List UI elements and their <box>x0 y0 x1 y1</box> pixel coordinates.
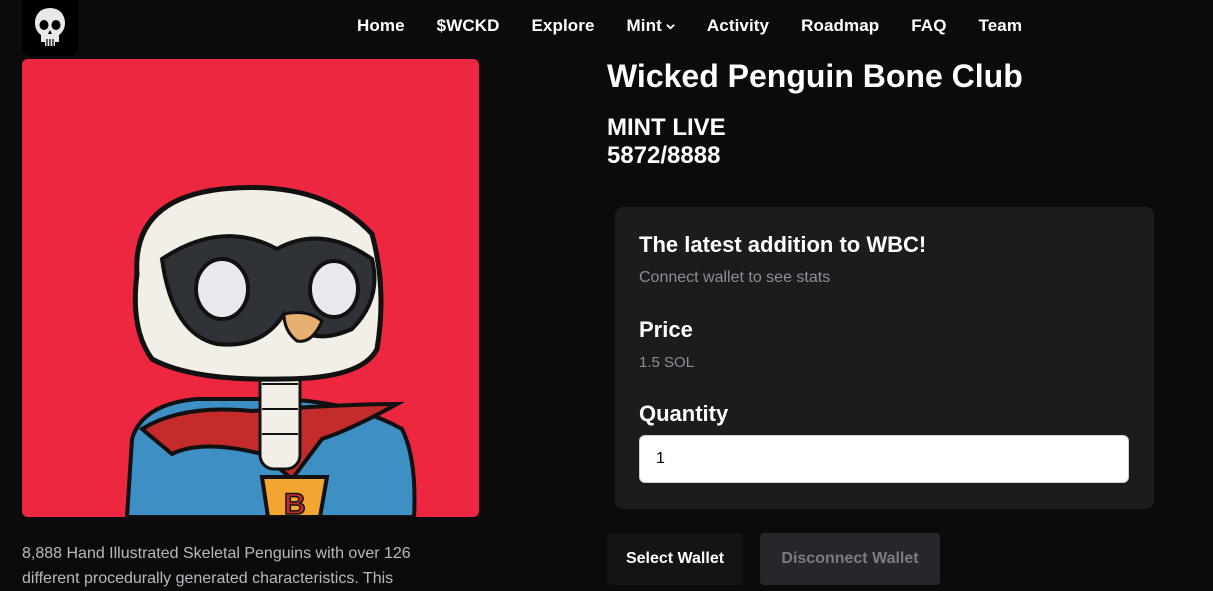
main-nav: Home $WCKD Explore Mint Activity Roadmap… <box>357 16 1022 36</box>
nft-artwork: B <box>22 59 479 517</box>
nav-explore-label: Explore <box>531 16 595 35</box>
mint-live-label: MINT LIVE <box>607 114 726 141</box>
logo[interactable] <box>22 0 78 56</box>
collection-description: 8,888 Hand Illustrated Skeletal Penguins… <box>22 545 411 587</box>
nav-activity[interactable]: Activity <box>707 16 769 36</box>
mint-card: The latest addition to WBC! Connect wall… <box>615 207 1154 509</box>
nav-roadmap[interactable]: Roadmap <box>801 16 879 36</box>
chevron-down-icon <box>666 23 675 30</box>
nav-home[interactable]: Home <box>357 16 405 36</box>
select-wallet-button[interactable]: Select Wallet <box>607 533 743 585</box>
minted-count: 5872/8888 <box>607 142 721 169</box>
nav-faq-label: FAQ <box>911 16 947 35</box>
page-title: Wicked Penguin Bone Club <box>607 58 1023 94</box>
nav-activity-label: Activity <box>706 16 770 35</box>
svg-text:B: B <box>284 488 306 517</box>
disconnect-wallet-button[interactable]: Disconnect Wallet <box>760 533 940 585</box>
nav-mint-label: Mint <box>626 16 662 35</box>
mint-card-heading: The latest addition to WBC! <box>639 232 927 257</box>
nav-home-label: Home <box>357 16 405 35</box>
mint-status: MINT LIVE 5872/8888 <box>607 114 726 170</box>
nav-wckd[interactable]: $WCKD <box>437 16 500 36</box>
quantity-input[interactable] <box>639 435 1129 483</box>
nav-faq[interactable]: FAQ <box>911 16 946 36</box>
nav-mint[interactable]: Mint <box>627 16 675 36</box>
nav-explore[interactable]: Explore <box>531 16 594 36</box>
skeletal-penguin-art: B <box>22 59 479 517</box>
mint-card-subheading: Connect wallet to see stats <box>639 269 831 286</box>
nav-roadmap-label: Roadmap <box>801 16 880 35</box>
price-label: Price <box>639 317 693 342</box>
price-value: 1.5 SOL <box>639 354 695 371</box>
skull-icon <box>35 8 65 46</box>
nav-team[interactable]: Team <box>979 16 1023 36</box>
nav-team-label: Team <box>978 16 1023 35</box>
quantity-label: Quantity <box>639 401 729 426</box>
nav-wckd-label: $WCKD <box>436 16 500 35</box>
